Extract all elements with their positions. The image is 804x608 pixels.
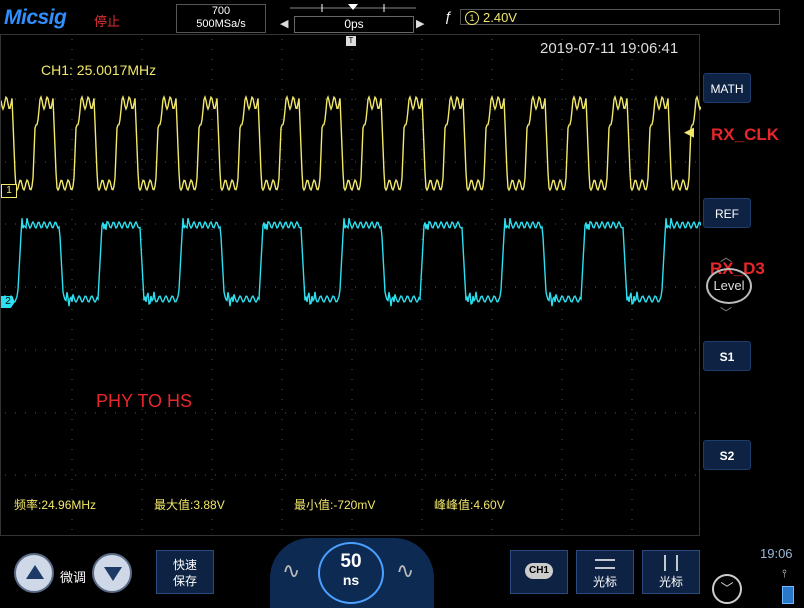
horizontal-position-control[interactable]: ◀ 0ps ▶ [280,2,424,33]
ch1-trace [1,95,701,192]
position-right-arrow-icon[interactable]: ▶ [416,17,424,30]
quick-save-line2: 保存 [172,574,197,588]
waveform-traces [1,95,701,307]
trigger-time-marker[interactable]: T [346,36,356,46]
waveform-display[interactable] [0,34,701,536]
annotation-phy-to-hs: PHY TO HS [96,391,193,411]
trigger-level-value: 2.40V [483,10,517,25]
cursor-label-1: 光标 [592,575,617,589]
annotation-rx-clk: RX_CLK [711,125,780,144]
level-knob[interactable]: Level [706,268,752,304]
quick-save-line1: 快速 [172,558,197,572]
fine-adjust-label: 微调 [60,570,87,585]
timebase-value: 50 [340,551,362,572]
timebase-unit: ns [342,572,360,588]
measurement-peak-to-peak: 峰峰值:4.60V [434,498,505,512]
run-status[interactable]: 停止 [94,11,120,30]
measurement-frequency: 频率:24.96MHz [14,498,97,512]
s2-button[interactable]: S2 [703,440,751,470]
timebase-decrease-wave-icon[interactable]: ∿ [282,558,300,584]
ch1-frequency-readout: CH1: 25.0017MHz [41,62,157,78]
timebase-knob[interactable]: 50 ns [318,542,384,604]
s1-button[interactable]: S1 [703,341,751,371]
fine-down-button[interactable] [92,553,132,593]
position-left-arrow-icon[interactable]: ◀ [280,17,288,30]
acquisition-info[interactable]: 700 500MSa/s [176,4,266,33]
usb-icon: ⫯ [782,568,787,580]
trigger-level-box: 1 2.40V [460,9,780,25]
cursor-horizontal-button[interactable]: 光标 [576,550,634,594]
trigger-edge-icon: ƒ [444,8,452,24]
top-bar: Micsig 停止 700 500MSa/s ◀ 0ps ▶ ƒ 1 2.40V [0,0,804,34]
timebase-control[interactable]: ∿ 50 ns ∿ [270,538,434,608]
cursor-vertical-button[interactable]: 光标 [642,550,700,594]
trigger-level-marker[interactable]: ◀ [684,124,694,140]
ref-button[interactable]: REF [703,198,751,228]
ch1-ground-marker[interactable]: 1 [1,184,17,198]
level-control[interactable]: ︿ Level ﹀ [704,248,752,320]
battery-icon [782,586,794,604]
fine-up-button[interactable] [14,553,54,593]
horizontal-position-value: 0ps [294,16,414,33]
channel-select-button[interactable]: CH1 [510,550,568,594]
memory-depth: 700 [211,5,231,17]
timestamp: 2019-07-11 19:06:41 [540,40,679,57]
collapse-menu-chevron-icon[interactable]: ﹀ [712,574,742,604]
position-indicator-bar [290,4,416,12]
math-button[interactable]: MATH [703,73,751,103]
timebase-increase-wave-icon[interactable]: ∿ [396,558,414,584]
ch1-badge: CH1 [525,563,553,579]
sample-rate: 500MSa/s [196,18,246,30]
quick-save-button[interactable]: 快速 保存 [156,550,214,594]
clock: 19:06 [760,546,793,561]
vertical-cursor-icon [664,555,678,571]
horizontal-cursor-icon [595,559,615,569]
ch2-trace [1,218,701,307]
level-down-chevron-icon[interactable]: ﹀ [720,304,732,321]
up-arrow-icon [26,565,44,579]
brand-logo: Micsig [4,6,67,29]
cursor-label-2: 光标 [658,575,683,589]
trigger-info[interactable]: ƒ 1 2.40V [440,8,780,26]
level-up-chevron-icon[interactable]: ︿ [720,248,732,265]
measurement-min: 最小值:-720mV [294,498,376,512]
down-arrow-icon [104,567,122,581]
trigger-source: 1 [465,11,479,25]
measurement-max: 最大值:3.88V [154,498,225,512]
